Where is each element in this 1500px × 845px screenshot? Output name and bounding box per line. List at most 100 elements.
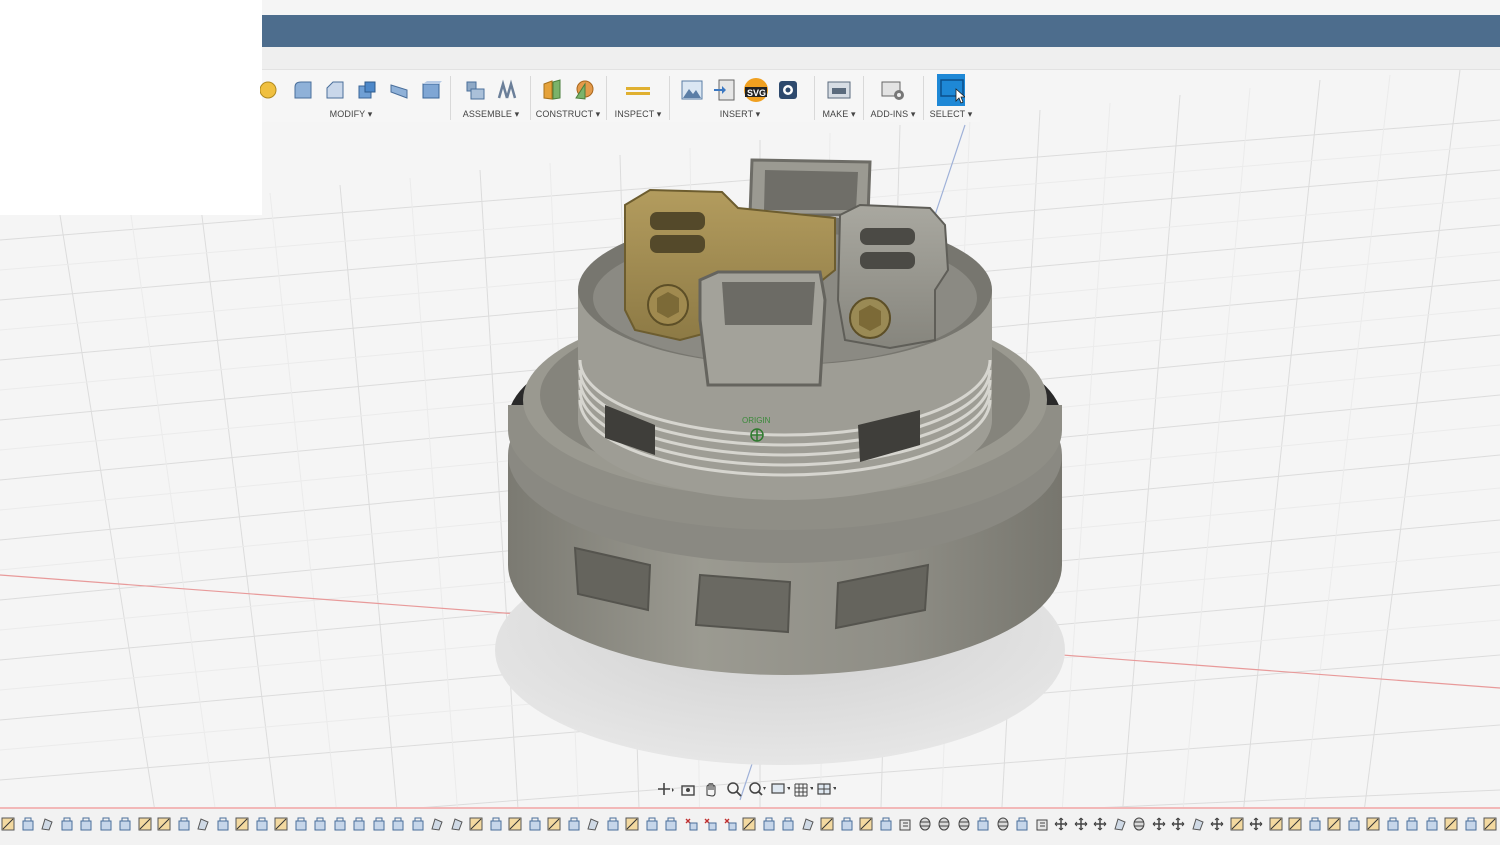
timeline-feature-icon[interactable] [1014, 817, 1030, 831]
timeline-feature-icon[interactable] [195, 817, 211, 831]
insert-mcmaster-icon[interactable] [774, 76, 802, 104]
timeline-feature-icon[interactable] [0, 817, 16, 831]
joint-icon[interactable] [493, 76, 521, 104]
scripts-addins-icon[interactable] [879, 76, 907, 104]
timeline-feature-icon[interactable] [1443, 817, 1459, 831]
insert-menu[interactable]: INSERT ▾ [720, 109, 761, 120]
timeline-feature-icon[interactable] [156, 817, 172, 831]
look-at-icon[interactable] [678, 780, 698, 798]
addins-menu[interactable]: ADD-INS ▾ [871, 109, 916, 120]
timeline-feature-icon[interactable] [839, 817, 855, 831]
select-icon[interactable] [937, 74, 965, 106]
timeline-feature-icon[interactable] [468, 817, 484, 831]
draft-icon[interactable] [385, 76, 413, 104]
assemble-menu[interactable]: ASSEMBLE ▾ [463, 109, 520, 120]
timeline-feature-icon[interactable] [1190, 817, 1206, 831]
orbit-icon[interactable] [655, 780, 675, 798]
timeline-feature-icon[interactable] [410, 817, 426, 831]
timeline-feature-icon[interactable] [390, 817, 406, 831]
timeline-feature-icon[interactable] [1385, 817, 1401, 831]
timeline-feature-icon[interactable] [1365, 817, 1381, 831]
modify-menu[interactable]: MODIFY ▾ [330, 109, 373, 120]
construct-menu[interactable]: CONSTRUCT ▾ [536, 109, 600, 120]
timeline-feature-icon[interactable] [449, 817, 465, 831]
grid-settings-icon[interactable] [793, 780, 813, 798]
timeline-feature-icon[interactable] [1404, 817, 1420, 831]
timeline-feature-icon[interactable] [975, 817, 991, 831]
timeline-feature-icon[interactable] [507, 817, 523, 831]
timeline-feature-icon[interactable] [1307, 817, 1323, 831]
timeline-feature-icon[interactable] [293, 817, 309, 831]
timeline-feature-icon[interactable] [917, 817, 933, 831]
3d-print-icon[interactable] [825, 76, 853, 104]
shell-icon[interactable] [353, 76, 381, 104]
timeline-feature-icon[interactable] [312, 817, 328, 831]
timeline-feature-icon[interactable] [624, 817, 640, 831]
timeline-feature-icon[interactable] [1034, 817, 1050, 831]
timeline-feature-icon[interactable] [1131, 817, 1147, 831]
timeline-feature-icon[interactable] [1073, 817, 1089, 831]
timeline-feature-icon[interactable] [722, 817, 738, 831]
timeline-feature-icon[interactable] [995, 817, 1011, 831]
timeline-track[interactable] [0, 816, 1500, 832]
fit-icon[interactable] [747, 780, 767, 798]
timeline-feature-icon[interactable] [761, 817, 777, 831]
timeline-feature-icon[interactable] [702, 817, 718, 831]
fillet-icon[interactable] [289, 76, 317, 104]
insert-dxf-icon[interactable] [710, 76, 738, 104]
press-pull-icon[interactable] [257, 76, 285, 104]
inspect-menu[interactable]: INSPECT ▾ [615, 109, 662, 120]
timeline-feature-icon[interactable] [137, 817, 153, 831]
measure-icon[interactable] [624, 76, 652, 104]
timeline-feature-icon[interactable] [273, 817, 289, 831]
select-menu[interactable]: SELECT ▾ [930, 109, 973, 120]
timeline-feature-icon[interactable] [1151, 817, 1167, 831]
timeline-feature-icon[interactable] [39, 817, 55, 831]
timeline-feature-icon[interactable] [215, 817, 231, 831]
timeline-feature-icon[interactable] [351, 817, 367, 831]
timeline-feature-icon[interactable] [1112, 817, 1128, 831]
insert-svg-icon[interactable]: SVG [742, 76, 770, 104]
viewports-icon[interactable] [816, 780, 836, 798]
timeline-feature-icon[interactable] [741, 817, 757, 831]
display-settings-icon[interactable] [770, 780, 790, 798]
zoom-icon[interactable] [724, 780, 744, 798]
timeline-feature-icon[interactable] [1229, 817, 1245, 831]
timeline-feature-icon[interactable] [234, 817, 250, 831]
timeline-feature-icon[interactable] [371, 817, 387, 831]
timeline-feature-icon[interactable] [429, 817, 445, 831]
timeline-feature-icon[interactable] [1482, 817, 1498, 831]
timeline-feature-icon[interactable] [59, 817, 75, 831]
timeline-feature-icon[interactable] [1326, 817, 1342, 831]
chamfer-icon[interactable] [321, 76, 349, 104]
timeline-feature-icon[interactable] [117, 817, 133, 831]
make-menu[interactable]: MAKE ▾ [822, 109, 855, 120]
timeline-feature-icon[interactable] [1287, 817, 1303, 831]
plane-at-angle-icon[interactable] [570, 76, 598, 104]
new-component-icon[interactable] [461, 76, 489, 104]
timeline-feature-icon[interactable] [878, 817, 894, 831]
timeline-feature-icon[interactable] [546, 817, 562, 831]
timeline-feature-icon[interactable] [897, 817, 913, 831]
timeline-feature-icon[interactable] [858, 817, 874, 831]
timeline-feature-icon[interactable] [1424, 817, 1440, 831]
timeline-feature-icon[interactable] [956, 817, 972, 831]
timeline-feature-icon[interactable] [78, 817, 94, 831]
timeline-feature-icon[interactable] [663, 817, 679, 831]
timeline-feature-icon[interactable] [1248, 817, 1264, 831]
pan-icon[interactable] [701, 780, 721, 798]
timeline-feature-icon[interactable] [644, 817, 660, 831]
timeline-feature-icon[interactable] [98, 817, 114, 831]
timeline-feature-icon[interactable] [683, 817, 699, 831]
timeline-feature-icon[interactable] [1092, 817, 1108, 831]
timeline-feature-icon[interactable] [1463, 817, 1479, 831]
timeline-feature-icon[interactable] [605, 817, 621, 831]
scale-icon[interactable] [417, 76, 445, 104]
timeline-feature-icon[interactable] [1053, 817, 1069, 831]
timeline-feature-icon[interactable] [254, 817, 270, 831]
timeline-feature-icon[interactable] [780, 817, 796, 831]
timeline[interactable] [0, 807, 1500, 845]
timeline-feature-icon[interactable] [20, 817, 36, 831]
timeline-feature-icon[interactable] [1170, 817, 1186, 831]
timeline-feature-icon[interactable] [800, 817, 816, 831]
